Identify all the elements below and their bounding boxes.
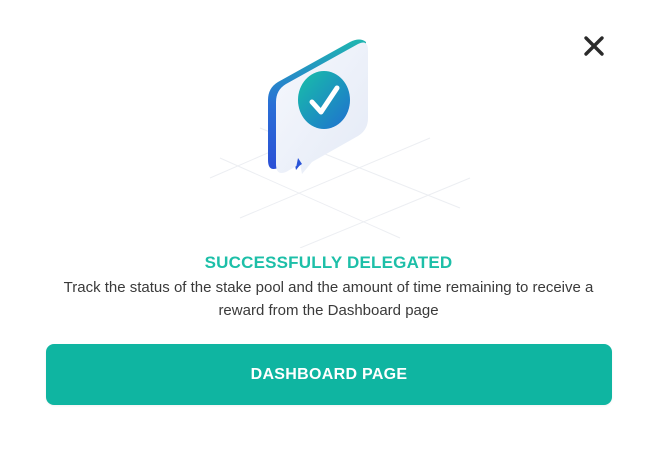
check-speech-bubble-icon (209, 39, 471, 249)
dialog-title: SUCCESSFULLY DELEGATED (204, 253, 453, 272)
close-icon (584, 36, 604, 56)
dialog-message: Track the status of the stake pool and t… (63, 279, 594, 319)
success-dialog: SUCCESSFULLY DELEGATED Track the status … (0, 0, 657, 451)
close-button[interactable] (578, 30, 610, 62)
success-illustration (200, 18, 480, 249)
dashboard-page-button[interactable]: DASHBOARD PAGE (46, 344, 612, 405)
